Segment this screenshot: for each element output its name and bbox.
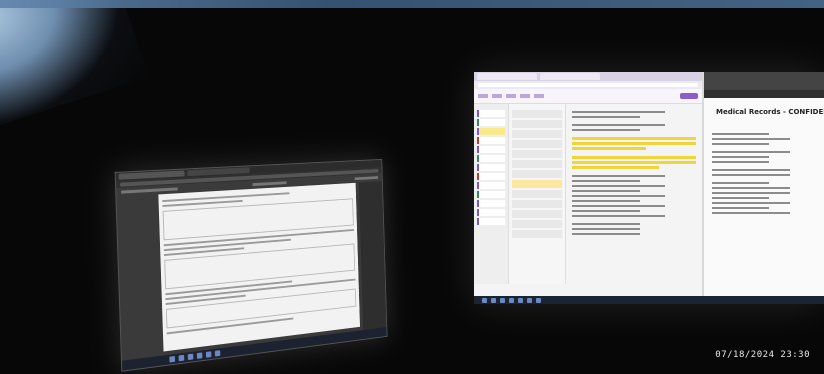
camera-timestamp: 07/18/2024 23:30 (715, 350, 810, 360)
page-list (509, 104, 566, 284)
top-edge-reflection (0, 0, 824, 8)
note-content (566, 104, 702, 284)
pdf-viewer-toolbar (704, 90, 824, 98)
taskbar-app-icon (491, 297, 496, 303)
onenote-tab (477, 73, 537, 80)
medical-record-page (704, 122, 824, 225)
taskbar-app-icon (169, 355, 176, 363)
section-list (474, 104, 509, 284)
onenote-body (474, 104, 702, 284)
onenote-tab-2 (540, 73, 600, 80)
taskbar-app-icon (500, 297, 505, 303)
taskbar-app-icon (205, 351, 212, 358)
taskbar-app-icon (178, 354, 185, 362)
onenote-address-bar (474, 81, 702, 89)
corner-light-glare (0, 0, 149, 136)
medical-record-window: Medical Records - CONFIDENTIAL (704, 72, 824, 296)
taskbar-app-icon (518, 297, 523, 303)
photo-scene: Medical Records - CONFIDENTIAL 07/18/202… (0, 0, 824, 374)
onenote-ribbon (474, 89, 702, 104)
onenote-tabbar (474, 72, 702, 81)
right-monitor-screen: Medical Records - CONFIDENTIAL (474, 72, 824, 304)
left-side-panel (358, 181, 387, 331)
left-pdf-document (158, 182, 361, 352)
right-taskbar (474, 296, 824, 304)
share-button (680, 93, 698, 99)
pdf-viewer-header (704, 72, 824, 90)
medical-record-heading: Medical Records - CONFIDENTIAL (716, 108, 824, 116)
taskbar-app-icon (214, 350, 221, 357)
onenote-window (474, 72, 702, 296)
taskbar-app-icon (536, 297, 541, 303)
taskbar-app-icon (187, 353, 194, 361)
left-monitor-screen (114, 158, 388, 372)
taskbar-app-icon (482, 297, 487, 303)
taskbar-app-icon (509, 297, 514, 303)
taskbar-app-icon (527, 297, 532, 303)
taskbar-app-icon (196, 352, 203, 359)
